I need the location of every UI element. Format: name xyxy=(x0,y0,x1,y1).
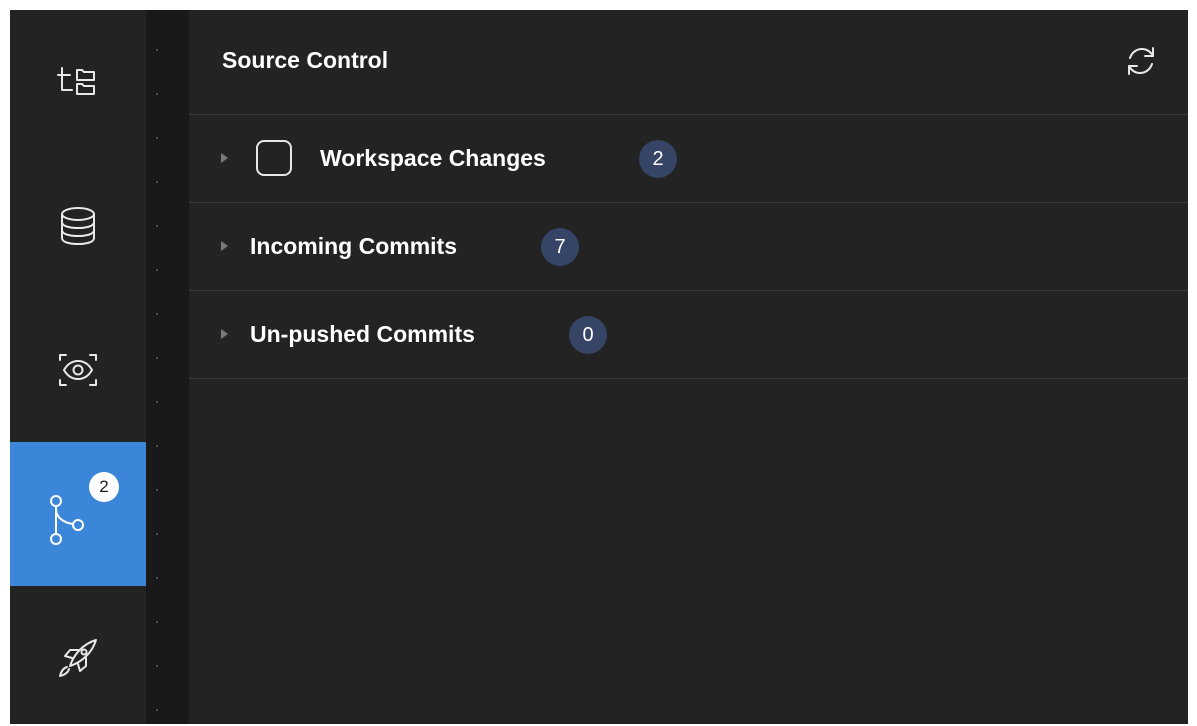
activity-source-control-button[interactable]: 2 xyxy=(10,442,146,586)
section-workspace-changes[interactable]: Workspace Changes 2 xyxy=(189,115,1188,203)
refresh-icon xyxy=(1128,47,1154,75)
expand-arrow-icon[interactable] xyxy=(221,153,228,163)
count-badge: 0 xyxy=(569,316,607,354)
select-all-checkbox[interactable] xyxy=(256,140,292,176)
app-window: 2 Source Control Workspace Changes 2 Inc… xyxy=(10,10,1188,724)
section-incoming-commits[interactable]: Incoming Commits 7 xyxy=(189,203,1188,291)
refresh-button[interactable] xyxy=(1121,41,1161,81)
eye-scan-icon xyxy=(59,354,97,386)
section-label: Un-pushed Commits xyxy=(250,321,475,347)
source-control-branch-icon xyxy=(50,495,84,545)
section-label: Workspace Changes xyxy=(320,145,546,171)
activity-deploy-button[interactable] xyxy=(10,586,146,724)
explorer-tree-icon xyxy=(57,67,95,95)
panel-splitter[interactable] xyxy=(146,10,189,724)
panel-header: Source Control xyxy=(189,10,1188,115)
count-badge: 2 xyxy=(639,140,677,178)
source-control-badge: 2 xyxy=(89,472,119,502)
section-label: Incoming Commits xyxy=(250,233,458,259)
section-unpushed-commits[interactable]: Un-pushed Commits 0 xyxy=(189,291,1188,379)
panel-title: Source Control xyxy=(222,47,389,73)
activity-database-button[interactable] xyxy=(10,154,146,298)
expand-arrow-icon[interactable] xyxy=(221,329,228,339)
splitter-grip xyxy=(156,28,158,718)
activity-preview-button[interactable] xyxy=(10,298,146,442)
rocket-icon xyxy=(59,639,97,677)
expand-arrow-icon[interactable] xyxy=(221,241,228,251)
count-badge: 7 xyxy=(541,228,579,266)
activity-explorer-button[interactable] xyxy=(10,10,146,154)
activity-bar: 2 xyxy=(10,10,146,724)
source-control-panel: Source Control Workspace Changes 2 Incom… xyxy=(189,10,1188,724)
database-icon xyxy=(61,207,95,245)
